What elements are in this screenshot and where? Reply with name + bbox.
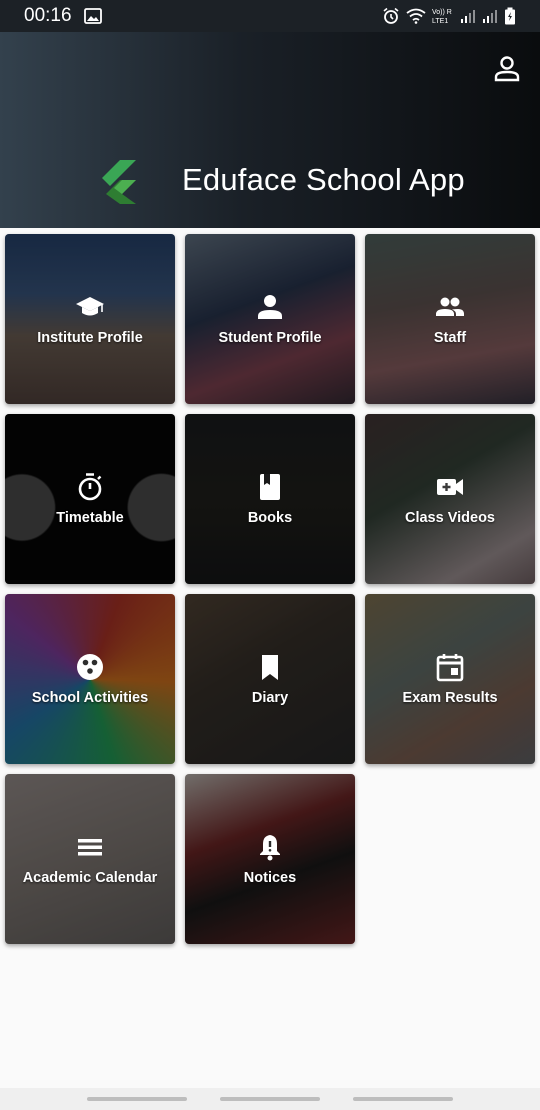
tile-label: Notices [243, 870, 297, 886]
activity-icon [77, 654, 103, 680]
people-icon [436, 297, 464, 316]
tile-student-profile[interactable]: Student Profile [185, 234, 355, 404]
tile-label: Institute Profile [37, 330, 143, 346]
flutter-logo-icon [102, 160, 136, 204]
status-bar: 00:16 Vo)) R LTE1 [0, 0, 540, 32]
tile-diary[interactable]: Diary [185, 594, 355, 764]
tile-class-videos[interactable]: Class Videos [365, 414, 535, 584]
tile-label: Student Profile [218, 330, 322, 346]
nav-back-button[interactable] [353, 1097, 454, 1101]
tile-academic-calendar[interactable]: Academic Calendar [5, 774, 175, 944]
signal-icon [461, 10, 475, 23]
bell-alert-icon [260, 835, 280, 861]
app-header: Eduface School App [0, 32, 540, 228]
tile-label: School Activities [31, 690, 149, 706]
svg-text:Vo)) R: Vo)) R [432, 9, 452, 16]
app-title: Eduface School App [182, 162, 465, 197]
lte-icon: Vo)) R LTE1 [432, 9, 452, 25]
tile-label: Staff [433, 330, 467, 346]
profile-icon[interactable] [492, 54, 522, 84]
status-time: 00:16 [24, 5, 72, 26]
tile-notices[interactable]: Notices [185, 774, 355, 944]
status-right: Vo)) R LTE1 [382, 7, 516, 25]
graduation-cap-icon [76, 297, 104, 316]
stopwatch-icon [78, 473, 102, 501]
tile-institute-profile[interactable]: Institute Profile [5, 234, 175, 404]
tile-books[interactable]: Books [185, 414, 355, 584]
tile-label: Exam Results [402, 690, 498, 706]
image-notification-icon [83, 8, 102, 24]
battery-charging-icon [505, 7, 515, 25]
alarm-icon [383, 7, 399, 24]
tile-label: Diary [251, 690, 289, 706]
menu-lines-icon [78, 839, 102, 856]
video-add-icon [437, 479, 463, 495]
tile-timetable[interactable]: Timetable [5, 414, 175, 584]
event-icon [436, 654, 464, 682]
tile-label: Timetable [56, 510, 124, 526]
person-icon [258, 295, 282, 319]
tile-label: Academic Calendar [22, 870, 158, 886]
system-nav-bar [0, 1088, 540, 1110]
signal-icon-2 [483, 10, 497, 23]
book-icon [260, 474, 280, 500]
menu-grid: Institute Profile Student Profile Staff … [5, 234, 535, 944]
tile-label: Books [247, 510, 293, 526]
nav-recents-button[interactable] [86, 1097, 187, 1101]
status-left: 00:16 [24, 5, 102, 27]
tile-staff[interactable]: Staff [365, 234, 535, 404]
nav-home-button[interactable] [219, 1097, 320, 1101]
tile-school-activities[interactable]: School Activities [5, 594, 175, 764]
svg-text:LTE1: LTE1 [432, 18, 448, 25]
wifi-icon [406, 8, 426, 24]
bookmark-icon [262, 655, 278, 680]
tile-exam-results[interactable]: Exam Results [365, 594, 535, 764]
tile-label: Class Videos [404, 510, 495, 526]
